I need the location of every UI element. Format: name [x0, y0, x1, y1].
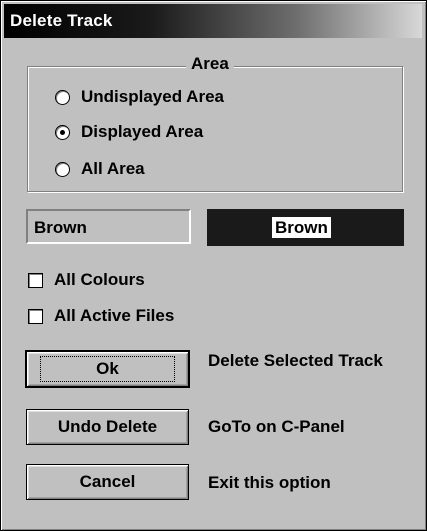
checkbox-all-colours[interactable]: All Colours: [28, 268, 145, 292]
undo-delete-description: GoTo on C-Panel: [208, 417, 345, 436]
checkbox-icon[interactable]: [28, 308, 43, 324]
ok-button-label: Ok: [40, 356, 175, 382]
ok-description: Delete Selected Track: [208, 351, 383, 370]
radio-all-area[interactable]: All Area: [55, 157, 145, 181]
radio-button-selected-icon[interactable]: [55, 124, 70, 140]
radio-button-icon[interactable]: [55, 161, 70, 177]
radio-undisplayed-area[interactable]: Undisplayed Area: [55, 85, 224, 109]
checkbox-icon[interactable]: [28, 272, 43, 288]
cancel-button[interactable]: Cancel: [26, 464, 189, 500]
title-bar[interactable]: Delete Track: [4, 4, 422, 38]
checkbox-label: All Active Files: [54, 306, 175, 325]
radio-label: Displayed Area: [81, 122, 204, 141]
radio-displayed-area[interactable]: Displayed Area: [55, 120, 203, 144]
checkbox-all-active-files[interactable]: All Active Files: [28, 304, 174, 328]
radio-label: Undisplayed Area: [81, 87, 224, 106]
ok-button[interactable]: Ok: [25, 350, 190, 388]
cancel-description: Exit this option: [208, 473, 331, 492]
colour-swatch-label: Brown: [272, 217, 331, 238]
colour-name-field: Brown: [26, 209, 191, 244]
cancel-button-label: Cancel: [79, 472, 136, 491]
colour-swatch[interactable]: Brown: [207, 209, 404, 246]
undo-delete-button-label: Undo Delete: [57, 417, 158, 436]
colour-name-text: Brown: [34, 218, 87, 237]
area-group-legend: Area: [186, 54, 234, 74]
radio-button-icon[interactable]: [55, 89, 70, 105]
undo-delete-button[interactable]: Undo Delete: [26, 409, 189, 445]
delete-track-dialog: Delete Track Area Undisplayed Area Displ…: [0, 0, 427, 531]
checkbox-label: All Colours: [54, 270, 145, 289]
radio-label: All Area: [81, 159, 145, 178]
window-title: Delete Track: [10, 11, 113, 30]
